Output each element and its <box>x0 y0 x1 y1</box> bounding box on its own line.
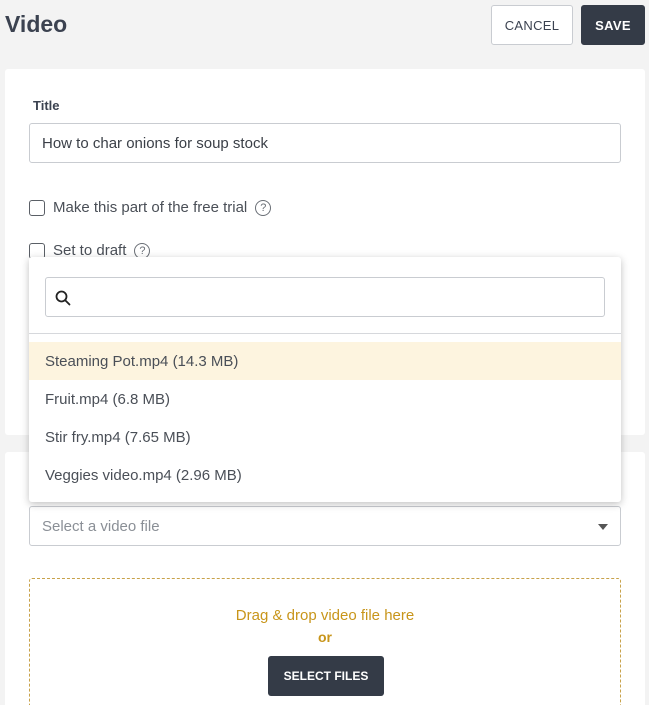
video-select-placeholder: Select a video file <box>42 517 160 535</box>
free-trial-row: Make this part of the free trial ? <box>29 199 272 216</box>
search-icon <box>55 290 71 306</box>
title-input[interactable]: How to char onions for soup stock <box>29 123 621 163</box>
select-files-button[interactable]: SELECT FILES <box>268 656 384 696</box>
drop-zone-or: or <box>318 629 332 645</box>
dropdown-divider <box>29 333 621 334</box>
dropdown-option[interactable]: Veggies video.mp4 (2.96 MB) <box>29 456 621 494</box>
page-title: Video <box>5 11 68 37</box>
drop-zone[interactable]: Drag & drop video file here or SELECT FI… <box>29 578 621 705</box>
dropdown-search-input[interactable] <box>45 277 605 317</box>
save-button[interactable]: SAVE <box>581 5 645 45</box>
dropdown-option[interactable]: Fruit.mp4 (6.8 MB) <box>29 380 621 418</box>
video-dropdown: Steaming Pot.mp4 (14.3 MB) Fruit.mp4 (6.… <box>29 257 621 502</box>
cancel-button[interactable]: CANCEL <box>491 5 573 45</box>
dropdown-option[interactable]: Stir fry.mp4 (7.65 MB) <box>29 418 621 456</box>
help-icon[interactable]: ? <box>255 199 272 216</box>
caret-down-icon <box>598 524 608 530</box>
dropdown-option[interactable]: Steaming Pot.mp4 (14.3 MB) <box>29 342 621 380</box>
title-label: Title <box>33 98 60 113</box>
drop-zone-text: Drag & drop video file here <box>235 607 415 624</box>
free-trial-checkbox[interactable] <box>29 199 45 216</box>
video-select[interactable]: Select a video file <box>29 506 621 546</box>
free-trial-label: Make this part of the free trial <box>53 199 248 216</box>
